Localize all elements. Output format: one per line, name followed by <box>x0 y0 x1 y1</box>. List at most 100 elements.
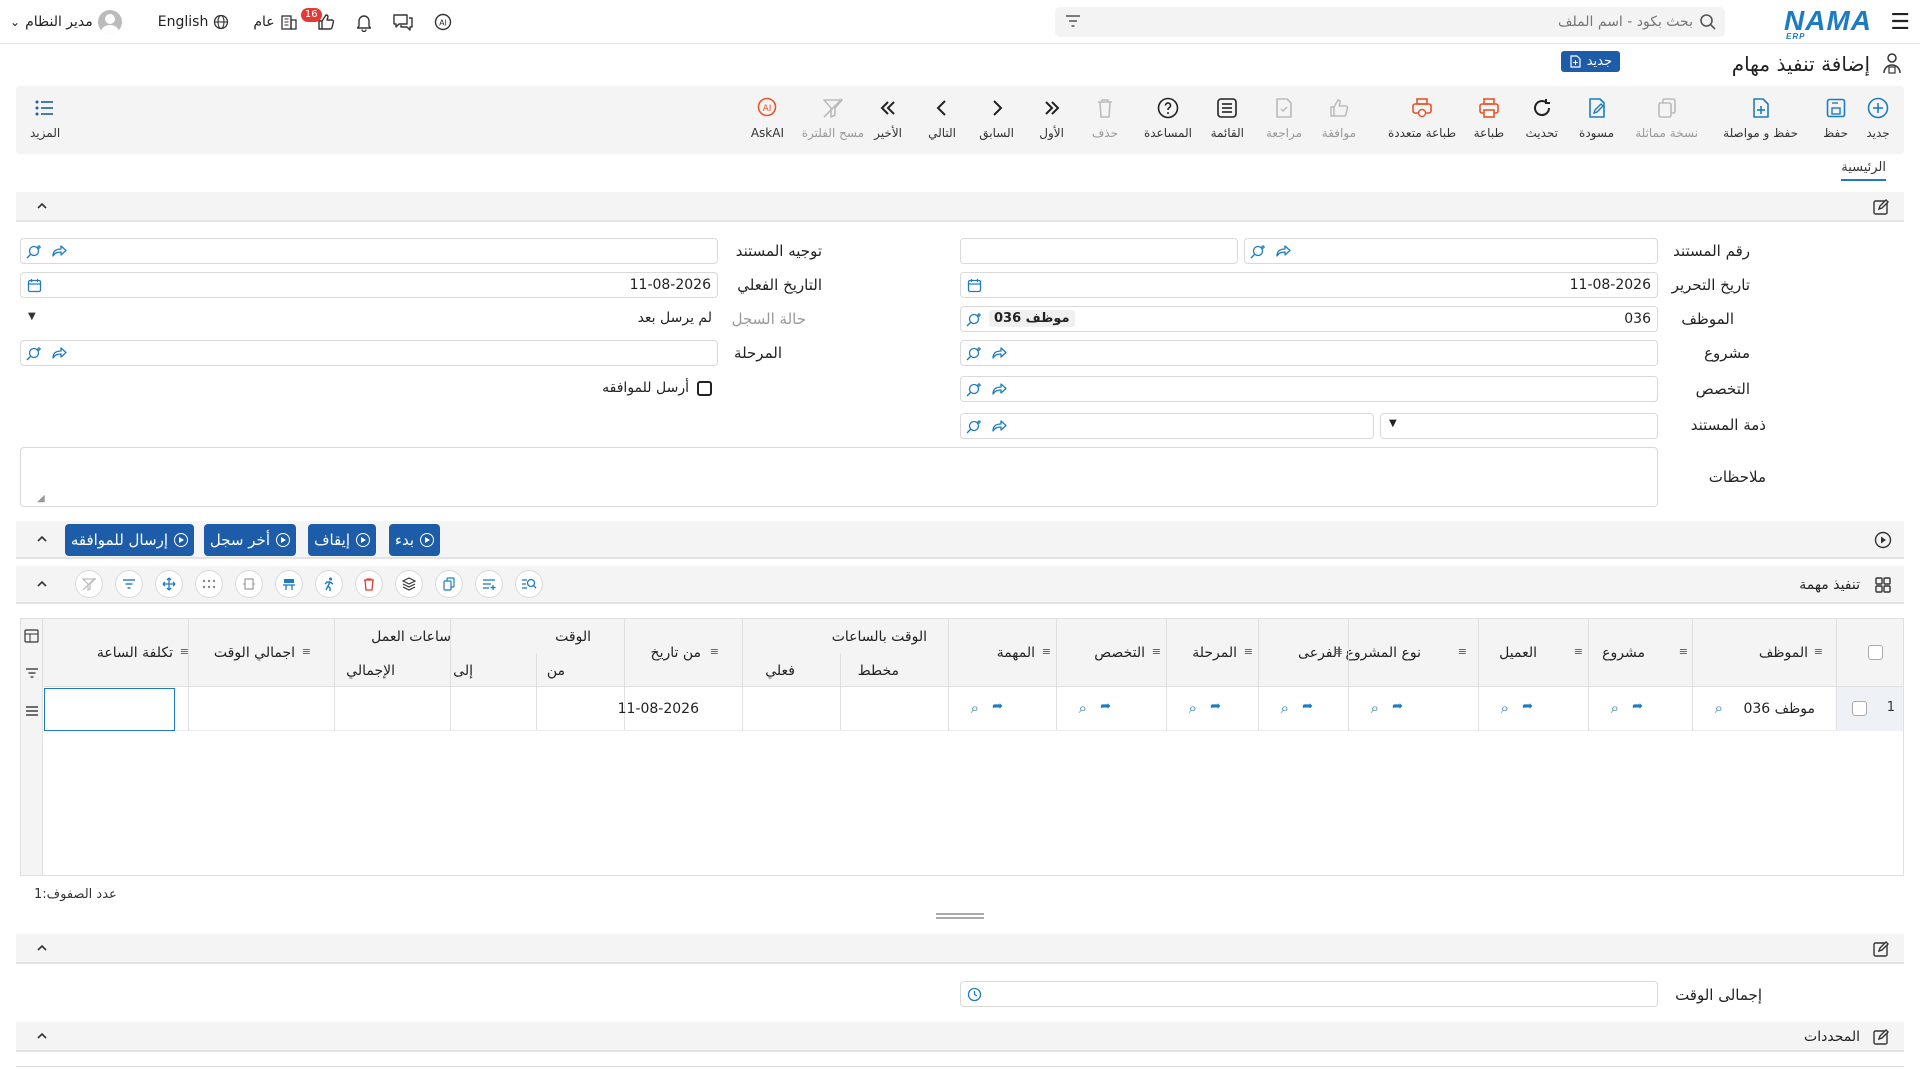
language-switch[interactable]: English <box>158 14 230 30</box>
link-arrow-icon[interactable]: ➦ <box>1302 699 1313 714</box>
filter-lines-icon[interactable]: ≡ <box>1152 645 1161 658</box>
resize-splitter[interactable] <box>936 913 984 919</box>
askai-button[interactable]: AI AskAI <box>751 96 784 140</box>
col-task[interactable]: المهمة <box>997 645 1035 661</box>
record-status-select[interactable]: لم يرسل بعد ▼ <box>20 306 718 332</box>
link-arrow-icon[interactable] <box>51 346 67 360</box>
list-button[interactable]: القائمة <box>1211 96 1244 140</box>
last-record-button[interactable]: أخر سجل <box>203 524 296 556</box>
tab-main[interactable]: الرئيسية <box>1841 160 1886 181</box>
search-plus-icon[interactable] <box>965 346 981 362</box>
col-from-date[interactable]: من تاريخ <box>651 645 701 661</box>
col-total-time[interactable]: اجمالي الوقت <box>214 645 295 661</box>
active-cell-hour-cost[interactable] <box>44 688 175 731</box>
search-plus-icon[interactable] <box>1249 244 1265 260</box>
filter-lines-icon[interactable] <box>25 667 39 679</box>
edit-icon[interactable] <box>1872 1028 1890 1046</box>
doc-direction-field[interactable] <box>20 238 718 264</box>
filter-lines-icon[interactable]: ≡ <box>302 645 311 658</box>
filter-lines-icon[interactable]: ≡ <box>1244 645 1253 658</box>
edit-icon[interactable] <box>1872 940 1890 958</box>
previous-button[interactable]: السابق <box>979 96 1014 140</box>
dots-tool[interactable] <box>195 570 223 598</box>
add-lines-tool[interactable] <box>475 570 503 598</box>
write-date-field[interactable]: 11-08-2026 <box>960 272 1658 298</box>
col-subproject-type[interactable]: نوع المشروع الفرعى <box>1298 645 1421 661</box>
approvals-button[interactable]: 16 <box>300 8 336 32</box>
col-to[interactable]: إلى <box>453 663 473 679</box>
refresh-button[interactable]: تحديث <box>1525 96 1558 140</box>
doc-no-secondary-field[interactable] <box>960 238 1238 264</box>
messages-button[interactable] <box>392 12 414 32</box>
link-arrow-icon[interactable]: ➦ <box>1392 699 1403 714</box>
search-plus-icon[interactable]: ⌕ <box>1189 699 1197 717</box>
search-plus-icon[interactable]: ⌕ <box>971 699 979 717</box>
edit-icon[interactable] <box>1872 198 1890 216</box>
link-arrow-icon[interactable] <box>991 419 1007 433</box>
clear-filter-button[interactable]: مسح الفلترة <box>802 96 864 140</box>
checkbox[interactable] <box>697 380 712 396</box>
print-button[interactable]: طباعة <box>1474 96 1504 140</box>
doc-liability-type-select[interactable]: ▼ <box>1380 413 1658 439</box>
help-button[interactable]: المساعدة <box>1144 96 1192 140</box>
delete-button[interactable]: حذف <box>1092 96 1118 140</box>
col-project[interactable]: مشروع <box>1602 645 1645 661</box>
link-arrow-icon[interactable]: ➦ <box>1632 699 1643 714</box>
actual-date-field[interactable]: 11-08-2026 <box>20 272 718 298</box>
employee-field[interactable]: 036 موظف 036 <box>960 306 1658 332</box>
table-settings-icon[interactable] <box>24 629 39 643</box>
col-specialty[interactable]: التخصص <box>1094 645 1145 661</box>
total-time-field[interactable] <box>960 981 1658 1007</box>
link-arrow-icon[interactable] <box>991 346 1007 360</box>
notes-textarea[interactable]: ◢ <box>20 447 1658 507</box>
search-input[interactable] <box>1133 7 1693 37</box>
link-arrow-icon[interactable]: ➦ <box>1100 699 1111 714</box>
review-button[interactable]: مراجعة <box>1266 96 1302 140</box>
search-plus-icon[interactable] <box>25 346 41 362</box>
link-arrow-icon[interactable]: ➦ <box>1522 699 1533 714</box>
chevron-up-icon[interactable] <box>36 533 48 545</box>
search-plus-icon[interactable] <box>965 312 981 328</box>
search-plus-icon[interactable] <box>965 382 981 398</box>
hamburger-menu-icon[interactable]: ☰ <box>1890 10 1910 35</box>
stage-field[interactable] <box>20 340 718 366</box>
delete-row-tool[interactable] <box>355 570 383 598</box>
clear-filter-tool[interactable] <box>75 570 103 598</box>
filter-lines-icon[interactable]: ≡ <box>1574 645 1583 658</box>
chevron-up-icon[interactable] <box>36 578 48 590</box>
col-hour-cost[interactable]: تكلفة الساعة <box>97 645 173 661</box>
search-plus-icon[interactable] <box>25 244 41 260</box>
copy-row-tool[interactable] <box>435 570 463 598</box>
global-search[interactable] <box>1055 7 1725 37</box>
row-menu-icon[interactable] <box>25 705 39 717</box>
col-planned[interactable]: مخطط <box>858 663 899 679</box>
project-field[interactable] <box>960 340 1658 366</box>
filter-lines-icon[interactable]: ≡ <box>1458 645 1467 658</box>
link-arrow-icon[interactable]: ➦ <box>1210 699 1221 714</box>
approve-button[interactable]: موافقة <box>1322 96 1356 140</box>
next-button[interactable]: التالي <box>928 96 956 140</box>
insert-row-tool[interactable] <box>275 570 303 598</box>
resize-handle-icon[interactable]: ◢ <box>37 493 45 504</box>
col-employee[interactable]: الموظف <box>1759 645 1808 661</box>
app-logo[interactable]: NAMA ERP <box>1784 5 1872 41</box>
chevron-up-icon[interactable] <box>36 942 48 954</box>
chevron-up-icon[interactable] <box>36 200 48 212</box>
filter-tool[interactable] <box>115 570 143 598</box>
user-menu[interactable]: ⌄ مدير النظام <box>10 10 122 34</box>
start-button[interactable]: بدء <box>388 524 440 556</box>
branch-selector[interactable]: عام <box>253 13 297 31</box>
more-button[interactable]: المزيد <box>30 96 60 140</box>
ai-assistant-button[interactable]: AI <box>432 12 454 32</box>
col-customer[interactable]: العميل <box>1499 645 1537 661</box>
search-plus-icon[interactable]: ⌕ <box>1611 699 1619 717</box>
duplicate-button[interactable]: نسخة مماثلة <box>1635 96 1698 140</box>
filter-lines-icon[interactable] <box>1065 14 1081 28</box>
filter-lines-icon[interactable]: ≡ <box>1042 645 1051 658</box>
link-arrow-icon[interactable]: ➦ <box>992 699 1003 714</box>
filter-lines-icon[interactable]: ≡ <box>710 645 719 658</box>
search-plus-icon[interactable] <box>965 419 981 435</box>
resize-columns-tool[interactable] <box>235 570 263 598</box>
search-plus-icon[interactable]: ⌕ <box>1281 699 1289 717</box>
filter-lines-icon[interactable]: ≡ <box>1334 645 1343 658</box>
